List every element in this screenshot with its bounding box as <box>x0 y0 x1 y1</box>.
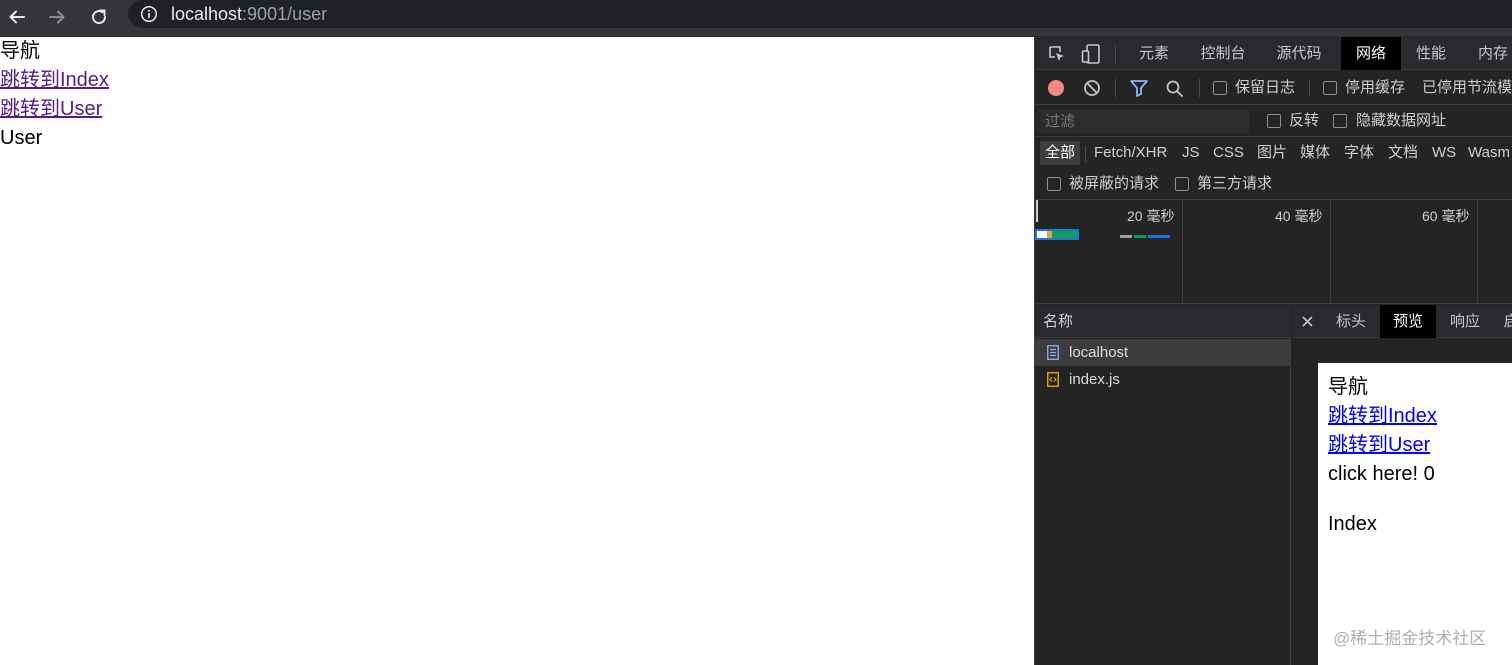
arrow-right-icon <box>49 10 65 24</box>
watermark: @稀土掘金技术社区 <box>1333 629 1487 648</box>
clear-icon[interactable] <box>1083 79 1101 97</box>
type-ws[interactable]: WS <box>1427 141 1461 165</box>
page-content: 导航 跳转到Index 跳转到User User <box>0 37 1034 665</box>
tab-response[interactable]: 响应 <box>1440 305 1490 338</box>
request-name: index.js <box>1069 371 1120 388</box>
browser-toolbar: localhost:9001/user <box>0 0 1512 37</box>
preview-nav-title: 导航 <box>1328 376 1368 398</box>
throttling-select[interactable]: 已停用节流模 <box>1422 79 1512 97</box>
third-party-checkbox[interactable] <box>1175 177 1189 191</box>
type-all[interactable]: 全部 <box>1040 141 1081 165</box>
type-media[interactable]: 媒体 <box>1295 141 1335 165</box>
disable-cache-label: 停用缓存 <box>1345 79 1406 96</box>
timeline-label-60ms: 60 毫秒 <box>1422 208 1470 224</box>
preview-click-counter: click here! 0 <box>1328 463 1435 485</box>
blocked-requests-label: 被屏蔽的请求 <box>1069 175 1160 192</box>
type-css[interactable]: CSS <box>1208 141 1249 165</box>
filter-icon[interactable] <box>1129 79 1149 97</box>
timeline-bar-indexjs-download <box>1148 235 1170 238</box>
link-to-user[interactable]: 跳转到User <box>0 95 102 124</box>
link-to-index[interactable]: 跳转到Index <box>0 66 109 95</box>
filter-input[interactable] <box>1037 109 1249 133</box>
reload-button[interactable] <box>86 4 112 30</box>
info-icon[interactable] <box>140 5 158 23</box>
close-icon[interactable] <box>1302 316 1313 327</box>
invert-label: 反转 <box>1289 112 1320 129</box>
record-icon[interactable] <box>1047 79 1065 97</box>
timeline-bar-indexjs-queue <box>1120 235 1132 238</box>
hide-data-urls-checkbox[interactable] <box>1333 114 1347 128</box>
timeline-label-40ms: 40 毫秒 <box>1275 208 1323 224</box>
hide-data-urls-label: 隐藏数据网址 <box>1356 112 1447 129</box>
timeline-start-marker <box>1036 200 1038 222</box>
request-list: 名称 localhost index.js <box>1035 305 1291 665</box>
reload-icon <box>92 9 107 25</box>
script-icon <box>1047 372 1059 387</box>
timeline-bar-localhost-ttfb <box>1037 231 1047 238</box>
disable-cache-checkbox[interactable] <box>1323 81 1337 95</box>
invert-checkbox[interactable] <box>1267 114 1281 128</box>
timeline-bar-indexjs-wait <box>1134 235 1146 238</box>
url-text: localhost:9001/user <box>171 3 327 25</box>
timeline-label-20ms: 20 毫秒 <box>1127 208 1175 224</box>
arrow-left-icon <box>9 10 25 24</box>
network-overview[interactable]: 20 毫秒 40 毫秒 60 毫秒 <box>1035 200 1512 304</box>
resource-type-filter: 全部 Fetch/XHR JS CSS 图片 媒体 字体 文档 WS Wasm <box>1035 138 1512 168</box>
tab-console[interactable]: 控制台 <box>1195 37 1251 70</box>
preview-route-content: Index <box>1328 513 1377 535</box>
search-icon[interactable] <box>1165 79 1185 99</box>
preserve-log-label: 保留日志 <box>1235 79 1296 96</box>
url-path: :9001/user <box>242 4 328 24</box>
tab-memory[interactable]: 内存 <box>1471 37 1512 70</box>
type-img[interactable]: 图片 <box>1252 141 1292 165</box>
forward-button[interactable] <box>44 4 70 30</box>
document-icon <box>1047 345 1059 360</box>
filter-row: 反转 隐藏数据网址 <box>1035 106 1512 137</box>
tab-performance[interactable]: 性能 <box>1409 37 1453 70</box>
url-host: localhost <box>171 4 243 24</box>
back-button[interactable] <box>4 4 30 30</box>
html-preview: 导航 跳转到Index 跳转到User click here! 0 Index <box>1318 363 1512 665</box>
preserve-log-checkbox[interactable] <box>1213 81 1227 95</box>
tab-initiator[interactable]: 启 <box>1496 305 1512 338</box>
type-fetch-xhr[interactable]: Fetch/XHR <box>1089 141 1172 165</box>
tab-elements[interactable]: 元素 <box>1133 37 1175 70</box>
type-wasm[interactable]: Wasm <box>1463 141 1512 165</box>
devtools-tabbar: 元素 控制台 源代码 网络 性能 内存 <box>1035 37 1512 70</box>
address-bar[interactable]: localhost:9001/user <box>128 0 1512 28</box>
third-party-label: 第三方请求 <box>1197 175 1273 192</box>
request-name: localhost <box>1069 344 1129 361</box>
device-toolbar-icon[interactable] <box>1081 43 1101 65</box>
network-toolbar: 保留日志 停用缓存 已停用节流模 <box>1035 70 1512 105</box>
nav-title: 导航 <box>0 40 40 62</box>
blocked-row: 被屏蔽的请求 第三方请求 <box>1035 168 1512 200</box>
type-js[interactable]: JS <box>1177 141 1205 165</box>
request-row[interactable]: localhost <box>1035 339 1291 366</box>
devtools-panel: 元素 控制台 源代码 网络 性能 内存 保留日志 停用缓存 已停用节流模 反转 … <box>1034 37 1512 665</box>
blocked-requests-checkbox[interactable] <box>1047 177 1061 191</box>
inspect-element-icon[interactable] <box>1047 44 1067 64</box>
tab-headers[interactable]: 标头 <box>1326 305 1376 338</box>
tab-sources[interactable]: 源代码 <box>1271 37 1327 70</box>
type-doc[interactable]: 文档 <box>1383 141 1423 165</box>
request-row[interactable]: index.js <box>1035 366 1291 393</box>
preview-link-to-index[interactable]: 跳转到Index <box>1328 402 1437 431</box>
request-details: 标头 预览 响应 启 导航 跳转到Index 跳转到User click her… <box>1292 305 1512 665</box>
route-content: User <box>0 127 43 149</box>
tab-preview[interactable]: 预览 <box>1380 305 1436 338</box>
type-font[interactable]: 字体 <box>1339 141 1379 165</box>
name-column-header[interactable]: 名称 <box>1035 305 1291 338</box>
timeline-bar-localhost-wait <box>1047 231 1052 238</box>
details-tabbar: 标头 预览 响应 启 <box>1292 305 1512 338</box>
tab-network[interactable]: 网络 <box>1341 37 1401 70</box>
preview-link-to-user[interactable]: 跳转到User <box>1328 431 1430 460</box>
